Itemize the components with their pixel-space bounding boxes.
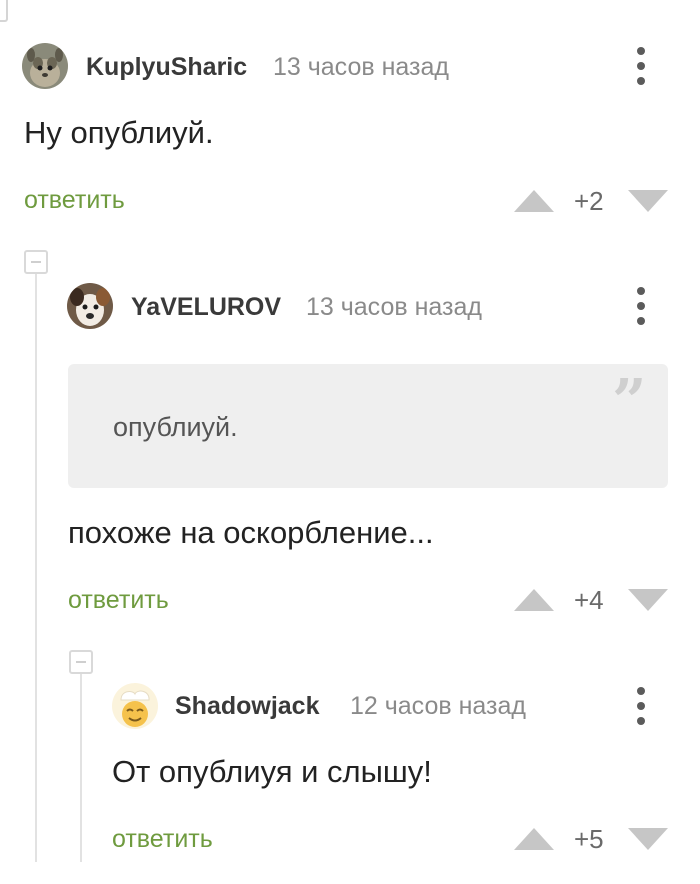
- comment-timestamp: 12 часов назад: [350, 692, 526, 720]
- upvote-icon[interactable]: [514, 589, 554, 611]
- reply-button[interactable]: ответить: [68, 586, 169, 615]
- more-options-icon[interactable]: [631, 687, 651, 727]
- upvote-icon[interactable]: [514, 190, 554, 212]
- quote-icon: ”: [612, 367, 647, 437]
- comment-score: +2: [574, 186, 604, 216]
- collapse-thread-button[interactable]: [69, 650, 93, 674]
- downvote-icon[interactable]: [628, 190, 668, 212]
- comment-timestamp: 13 часов назад: [273, 53, 449, 81]
- dog-avatar[interactable]: [67, 283, 113, 329]
- chef-emoji-avatar[interactable]: [112, 683, 158, 729]
- partial-frame-edge: [0, 0, 8, 22]
- more-options-icon[interactable]: [631, 287, 651, 327]
- thread-line-level-2: [80, 673, 82, 862]
- comment-text: Ну опублиуй.: [24, 115, 214, 150]
- comment-username[interactable]: Shadowjack: [175, 692, 320, 721]
- collapse-thread-button[interactable]: [24, 250, 48, 274]
- comment-username[interactable]: YaVELUROV: [131, 293, 281, 322]
- downvote-icon[interactable]: [628, 589, 668, 611]
- thread-line-level-1: [35, 272, 37, 862]
- reply-button[interactable]: ответить: [112, 825, 213, 854]
- quote-block: ” опублиуй.: [68, 364, 668, 488]
- comment-timestamp: 13 часов назад: [306, 293, 482, 321]
- reply-button[interactable]: ответить: [24, 186, 125, 215]
- downvote-icon[interactable]: [628, 828, 668, 850]
- comment-score: +5: [574, 824, 604, 854]
- comment-text: От опублиуя и слышу!: [112, 754, 432, 789]
- upvote-icon[interactable]: [514, 828, 554, 850]
- more-options-icon[interactable]: [631, 47, 651, 87]
- comment-username[interactable]: KuplyuSharic: [86, 53, 247, 82]
- quoted-text: опублиуй.: [113, 412, 238, 442]
- squirrel-avatar[interactable]: [22, 43, 68, 89]
- comment-score: +4: [574, 585, 604, 615]
- comment-text: похоже на оскорбление...: [68, 515, 434, 550]
